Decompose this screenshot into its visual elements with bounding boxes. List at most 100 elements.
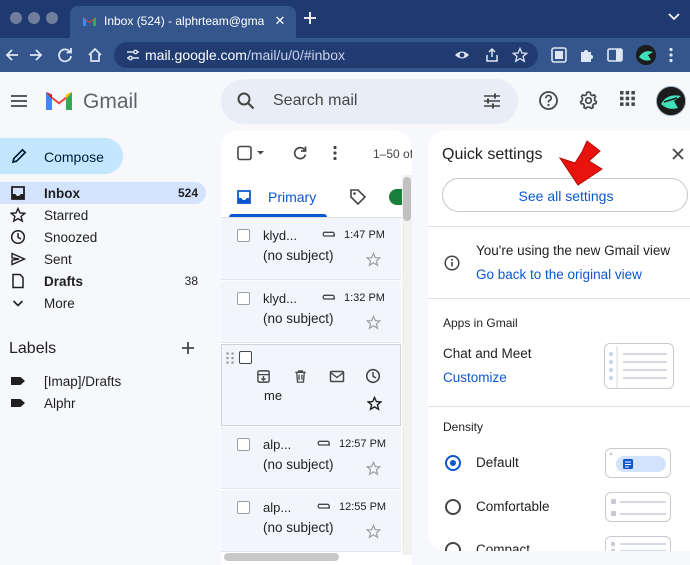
attachment-clip-icon	[314, 502, 332, 511]
row-time: 1:32 PM	[344, 292, 385, 304]
settings-gear-icon[interactable]	[578, 90, 599, 111]
mail-list-scroll-thumb[interactable]	[403, 177, 411, 221]
star-icon[interactable]	[366, 315, 381, 330]
row-checkbox[interactable]	[237, 501, 250, 514]
row-checkbox[interactable]	[237, 229, 250, 242]
support-icon[interactable]	[538, 90, 559, 111]
attachment-clip-icon	[314, 439, 332, 448]
label-icon	[10, 373, 26, 389]
account-avatar[interactable]	[656, 86, 686, 116]
bookmark-star-icon[interactable]	[512, 47, 528, 63]
star-icon[interactable]	[367, 396, 382, 411]
star-icon[interactable]	[366, 524, 381, 539]
browser-tab-gmail[interactable]: Inbox (524) - alphrteam@gmail.com ✕	[70, 6, 296, 38]
side-panel-icon[interactable]	[606, 46, 624, 64]
drag-handle-icon[interactable]	[225, 351, 235, 365]
mail-row[interactable]: klyd... 1:32 PM (no subject)	[221, 281, 401, 343]
browser-profile-avatar[interactable]	[636, 45, 656, 65]
pencil-icon	[10, 147, 28, 165]
row-checkbox[interactable]	[237, 438, 250, 451]
window-minimize-button[interactable]	[28, 12, 40, 24]
density-comfortable-radio[interactable]	[445, 499, 461, 515]
mark-unread-envelope-icon[interactable]	[329, 369, 345, 384]
mail-row-hovered[interactable]: me	[221, 344, 401, 426]
density-default-radio[interactable]	[445, 455, 461, 471]
browser-menu-icon[interactable]	[668, 47, 674, 63]
view-site-icon[interactable]	[454, 47, 470, 63]
new-view-text: You're using the new Gmail view	[476, 243, 671, 258]
window-close-button[interactable]	[10, 12, 22, 24]
window-zoom-button[interactable]	[46, 12, 58, 24]
sidebar-item-label: Sent	[44, 252, 72, 267]
sidebar-item-label: Drafts	[44, 274, 84, 289]
google-apps-icon[interactable]	[619, 90, 636, 107]
sidebar-label-text: [Imap]/Drafts	[44, 374, 122, 389]
search-options-icon[interactable]	[482, 91, 502, 111]
star-icon[interactable]	[366, 461, 381, 476]
create-label-plus-icon[interactable]	[180, 340, 196, 356]
sidebar-item-sent[interactable]: Sent	[0, 248, 206, 270]
compose-button[interactable]: Compose	[0, 138, 123, 174]
mail-row[interactable]: alp... 12:55 PM (no subject)	[221, 490, 401, 552]
row-time: 12:55 PM	[339, 501, 387, 513]
sidebar-item-more[interactable]: More	[0, 292, 206, 314]
star-icon[interactable]	[366, 252, 381, 267]
compose-label: Compose	[44, 149, 104, 165]
tab-close-icon[interactable]: ✕	[270, 11, 290, 31]
row-sender: me	[264, 388, 283, 403]
mail-row[interactable]: klyd... 1:47 PM (no subject)	[221, 218, 401, 280]
browser-tab-strip: Inbox (524) - alphrteam@gmail.com ✕	[0, 0, 690, 38]
density-compact-radio[interactable]	[445, 542, 461, 551]
row-sender: klyd...	[263, 228, 297, 243]
apps-in-gmail-heading: Apps in Gmail	[443, 316, 518, 330]
social-tab-icon[interactable]	[389, 189, 403, 205]
close-icon[interactable]	[671, 147, 685, 161]
url-path: /mail/u/0/#inbox	[246, 47, 345, 63]
row-time: 12:57 PM	[339, 438, 387, 450]
site-info-icon[interactable]	[126, 48, 140, 62]
address-bar-url: mail.google.com/mail/u/0/#inbox	[145, 47, 345, 63]
row-checkbox[interactable]	[237, 292, 250, 305]
url-host: mail.google.com	[145, 47, 247, 63]
sidebar-item-starred[interactable]: Starred	[0, 204, 206, 226]
snooze-clock-icon[interactable]	[365, 368, 381, 384]
row-checkbox[interactable]	[239, 351, 252, 364]
customize-link[interactable]: Customize	[443, 370, 507, 385]
go-back-original-view-link[interactable]: Go back to the original view	[476, 267, 642, 282]
tab-search-chevron-icon[interactable]	[668, 13, 680, 21]
main-menu-icon[interactable]	[10, 92, 28, 110]
reload-icon[interactable]	[56, 46, 74, 64]
gmail-logo-icon[interactable]	[44, 90, 74, 112]
mail-list-scrollbar[interactable]	[402, 175, 412, 555]
mail-row[interactable]: alp... 12:57 PM (no subject)	[221, 427, 401, 489]
share-icon[interactable]	[484, 47, 500, 63]
search-mail-bar[interactable]: Search mail	[221, 79, 518, 124]
archive-icon[interactable]	[256, 369, 271, 384]
density-heading: Density	[443, 420, 484, 434]
forward-icon[interactable]	[26, 46, 44, 64]
sidebar-item-drafts[interactable]: Drafts 38	[0, 270, 206, 292]
refresh-icon[interactable]	[292, 145, 308, 161]
sidebar-item-snoozed[interactable]: Snoozed	[0, 226, 206, 248]
screenshot-extension-icon[interactable]	[550, 46, 568, 64]
delete-trash-icon[interactable]	[293, 369, 308, 384]
home-icon[interactable]	[86, 46, 104, 64]
sidebar-label-alphr[interactable]: Alphr	[0, 392, 206, 414]
tab-primary[interactable]: Primary	[268, 189, 316, 205]
address-bar[interactable]: mail.google.com/mail/u/0/#inbox	[114, 42, 538, 68]
sidebar-item-inbox[interactable]: Inbox 524	[0, 182, 206, 204]
sidebar-label-imap-drafts[interactable]: [Imap]/Drafts	[0, 370, 206, 392]
extensions-puzzle-icon[interactable]	[578, 46, 596, 64]
promotions-tag-icon[interactable]	[349, 188, 367, 206]
row-sender: alp...	[263, 500, 292, 515]
horizontal-scrollbar[interactable]	[224, 553, 339, 561]
select-all-checkbox[interactable]	[237, 145, 265, 161]
density-comfortable-thumbnail	[605, 492, 671, 522]
new-tab-icon[interactable]	[302, 10, 318, 26]
search-icon[interactable]	[236, 91, 256, 111]
search-input[interactable]: Search mail	[273, 92, 357, 110]
more-options-icon[interactable]	[332, 145, 338, 161]
sidebar-item-label: Snoozed	[44, 230, 98, 245]
gmail-wordmark[interactable]: Gmail	[83, 90, 138, 114]
back-icon[interactable]	[4, 46, 22, 64]
